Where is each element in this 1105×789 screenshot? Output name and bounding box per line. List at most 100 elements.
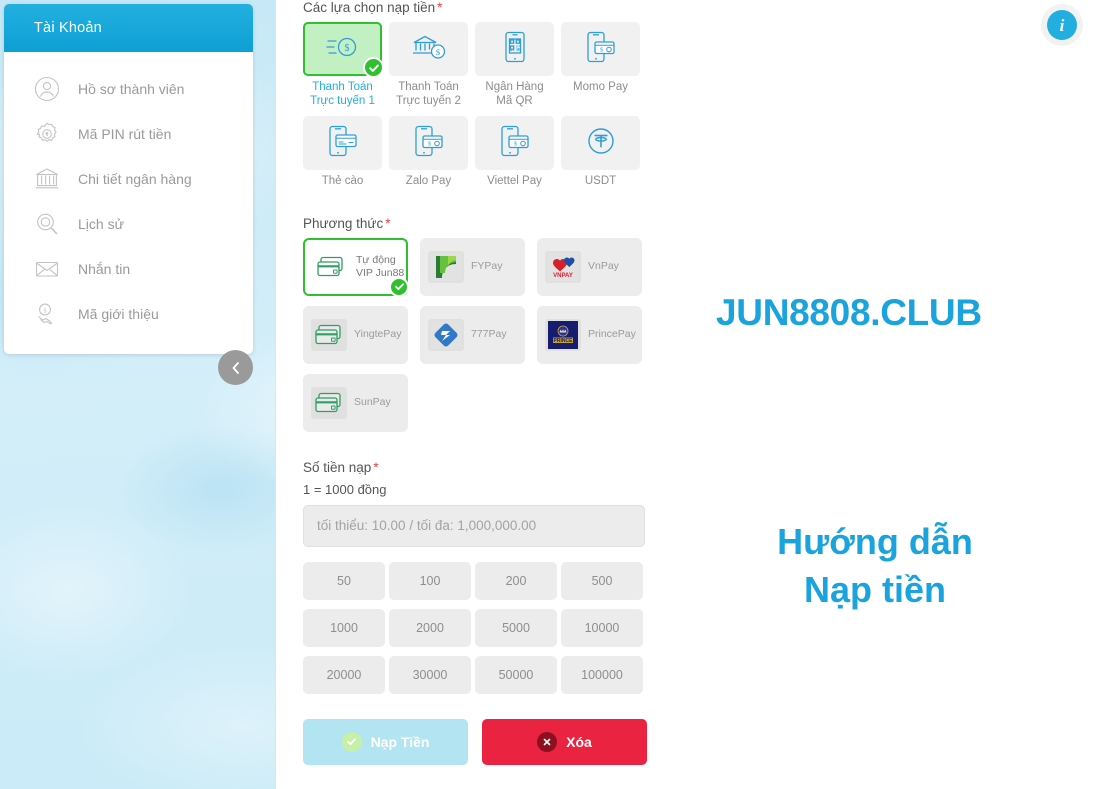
quick-amount-button[interactable]: 100 bbox=[389, 561, 471, 600]
deposit-option-tile[interactable]: $ bbox=[389, 22, 468, 76]
phone-wallet-icon: $ bbox=[499, 125, 531, 162]
quick-amount-button[interactable]: 50000 bbox=[475, 655, 557, 694]
svg-text:$: $ bbox=[600, 46, 603, 53]
amount-input[interactable] bbox=[303, 504, 645, 547]
method-fypay[interactable]: FYPay bbox=[420, 237, 525, 296]
method-name: SunPay bbox=[354, 396, 391, 408]
vnpay-logo: VNPAY bbox=[545, 250, 581, 283]
svg-text:$: $ bbox=[435, 47, 439, 57]
sidebar-item-label: Nhắn tin bbox=[78, 260, 131, 277]
credit-cards-icon bbox=[311, 318, 347, 351]
gear-lock-icon bbox=[32, 119, 62, 149]
princepay-logo: PRINCE bbox=[545, 318, 581, 351]
deposit-option-zalo-pay[interactable]: $ Zalo Pay bbox=[389, 116, 468, 189]
clear-button-label: Xóa bbox=[566, 733, 592, 750]
quick-amount-button[interactable]: 100000 bbox=[561, 655, 643, 694]
methods-grid: Tự động VIP Jun88 FYPay VNPAY VnPay Ying… bbox=[303, 237, 653, 432]
sidebar-menu: Hồ sơ thành viên Mã PIN rút tiền Chi tiế… bbox=[4, 52, 253, 354]
quick-amount-button[interactable]: 30000 bbox=[389, 655, 471, 694]
x-circle-icon bbox=[537, 731, 558, 752]
quick-amount-button[interactable]: 200 bbox=[475, 561, 557, 600]
svg-text:$: $ bbox=[428, 140, 431, 147]
fypay-logo bbox=[428, 250, 464, 283]
sidebar-item-messages[interactable]: Nhắn tin bbox=[4, 246, 253, 291]
deposit-option-tile[interactable]: $ bbox=[389, 116, 468, 170]
required-mark: * bbox=[437, 0, 443, 15]
svg-text:VNPAY: VNPAY bbox=[553, 273, 573, 279]
quick-amount-button[interactable]: 50 bbox=[303, 561, 385, 600]
sidebar-item-label: Chi tiết ngân hàng bbox=[78, 170, 192, 187]
sidebar-item-profile[interactable]: Hồ sơ thành viên bbox=[4, 66, 253, 111]
envelope-icon bbox=[32, 254, 62, 284]
phone-wallet-icon: $ bbox=[413, 125, 445, 162]
amount-label: Số tiền nạp * bbox=[303, 460, 653, 475]
sidebar-header: Tài Khoản bbox=[4, 4, 253, 52]
deposit-option-online-2[interactable]: $ Thanh Toán Trực tuyến 2 bbox=[389, 22, 468, 108]
deposit-option-tile[interactable]: $ bbox=[561, 22, 640, 76]
777pay-logo bbox=[428, 318, 464, 351]
method-tu-dong-vip-jun88[interactable]: Tự động VIP Jun88 bbox=[303, 237, 409, 297]
method-vnpay[interactable]: VNPAY VnPay bbox=[537, 237, 642, 296]
deposit-option-momo-pay[interactable]: $ Momo Pay bbox=[561, 22, 640, 108]
quick-amount-button[interactable]: 1000 bbox=[303, 608, 385, 647]
quick-amount-button[interactable]: 20000 bbox=[303, 655, 385, 694]
info-button[interactable]: i bbox=[1041, 4, 1083, 46]
deposit-option-tile[interactable]: $ bbox=[303, 22, 384, 78]
deposit-option-label: Zalo Pay bbox=[405, 175, 452, 187]
form-actions: Nạp Tiền Xóa bbox=[303, 718, 653, 765]
sidebar-item-history[interactable]: Lịch sử bbox=[4, 201, 253, 246]
method-name: FYPay bbox=[471, 260, 503, 272]
deposit-option-tile[interactable] bbox=[475, 22, 554, 76]
sidebar-item-label: Mã giới thiệu bbox=[78, 305, 159, 322]
svg-text:$: $ bbox=[514, 140, 517, 147]
deposit-option-tile[interactable] bbox=[303, 116, 382, 170]
sidebar-item-withdraw-pin[interactable]: Mã PIN rút tiền bbox=[4, 111, 253, 156]
sidebar-collapse-button[interactable] bbox=[218, 350, 253, 385]
deposit-option-scratch-card[interactable]: Thẻ cào bbox=[303, 116, 382, 189]
deposit-options-label: Các lựa chọn nạp tiền * bbox=[303, 0, 653, 15]
deposit-option-tile[interactable] bbox=[561, 116, 640, 170]
tether-icon bbox=[585, 125, 617, 162]
svg-text:$: $ bbox=[43, 307, 47, 314]
deposit-option-online-1[interactable]: $ Thanh Toán Trực tuyến 1 bbox=[303, 22, 384, 108]
phone-card-icon bbox=[327, 125, 359, 162]
referral-handshake-icon: $ bbox=[32, 299, 62, 329]
deposit-option-label: Viettel Pay bbox=[487, 175, 542, 187]
deposit-form: Các lựa chọn nạp tiền * $ Thanh Toán Trực … bbox=[303, 0, 653, 765]
clear-button[interactable]: Xóa bbox=[482, 718, 647, 765]
check-circle-icon bbox=[341, 731, 362, 752]
sidebar-item-label: Hồ sơ thành viên bbox=[78, 80, 185, 97]
brand-subtitle-line-1: Hướng dẫn bbox=[777, 521, 973, 562]
deposit-option-label: Thanh Toán Trực tuyến 2 bbox=[396, 81, 461, 107]
quick-amount-button[interactable]: 2000 bbox=[389, 608, 471, 647]
deposit-options-label-text: Các lựa chọn nạp tiền bbox=[303, 0, 436, 15]
method-name: VnPay bbox=[588, 260, 619, 272]
sidebar-item-referral[interactable]: $ Mã giới thiệu bbox=[4, 291, 253, 336]
deposit-button-label: Nạp Tiền bbox=[370, 733, 430, 750]
method-yingtepay[interactable]: YingtePay bbox=[303, 305, 408, 364]
selected-check-icon bbox=[363, 57, 384, 78]
method-name: Tự động VIP Jun88 bbox=[356, 253, 405, 279]
sidebar-title: Tài Khoản bbox=[34, 20, 102, 36]
credit-cards-icon bbox=[313, 251, 349, 283]
account-sidebar: Tài Khoản Hồ sơ thành viên Mã PIN rút ti… bbox=[4, 4, 253, 354]
deposit-option-viettel-pay[interactable]: $ Viettel Pay bbox=[475, 116, 554, 189]
methods-label: Phương thức * bbox=[303, 216, 653, 231]
quick-amount-button[interactable]: 500 bbox=[561, 561, 643, 600]
deposit-button[interactable]: Nạp Tiền bbox=[303, 718, 468, 765]
deposit-option-tile[interactable]: $ bbox=[475, 116, 554, 170]
methods-label-text: Phương thức bbox=[303, 215, 384, 231]
sidebar-item-bank-details[interactable]: Chi tiết ngân hàng bbox=[4, 156, 253, 201]
chevron-left-icon bbox=[228, 360, 244, 376]
quick-amount-button[interactable]: 10000 bbox=[561, 608, 643, 647]
deposit-option-label: Ngân Hàng Mã QR bbox=[485, 81, 544, 107]
method-sunpay[interactable]: SunPay bbox=[303, 373, 408, 432]
method-777pay[interactable]: 777Pay bbox=[420, 305, 525, 364]
method-name: YingtePay bbox=[354, 328, 402, 340]
method-princepay[interactable]: PRINCE PrincePay bbox=[537, 305, 642, 364]
quick-amount-button[interactable]: 5000 bbox=[475, 608, 557, 647]
deposit-option-bank-qr[interactable]: Ngân Hàng Mã QR bbox=[475, 22, 554, 108]
deposit-option-usdt[interactable]: USDT bbox=[561, 116, 640, 189]
deposit-option-label: Thẻ cào bbox=[321, 175, 364, 187]
deposit-option-label: USDT bbox=[584, 175, 617, 187]
